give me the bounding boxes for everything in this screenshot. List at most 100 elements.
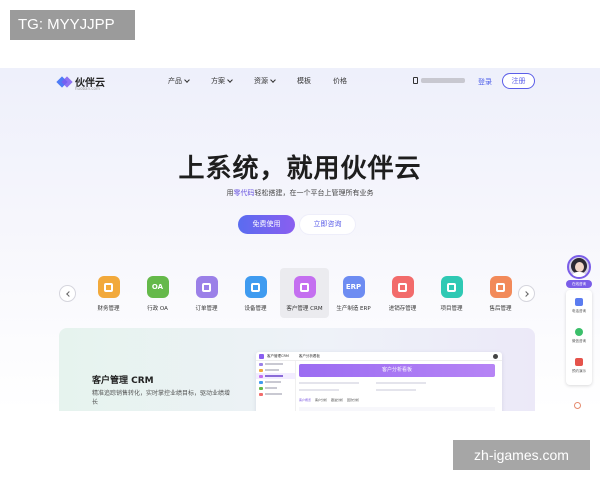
menu-item-solutions[interactable]: 方案 bbox=[211, 76, 233, 86]
tg-overlay-label: TG: MYYJJPP bbox=[10, 10, 135, 40]
finance-icon bbox=[97, 276, 120, 298]
logo-icon bbox=[56, 75, 73, 89]
product-label: 设备管理 bbox=[244, 306, 267, 312]
menu-item-products[interactable]: 产品 bbox=[168, 76, 190, 86]
menu-label: 资源 bbox=[254, 77, 268, 85]
app-tab-left: 客户管理CRM bbox=[267, 353, 289, 358]
product-item[interactable]: 项目管理 bbox=[427, 268, 476, 318]
phone-number-blurred bbox=[421, 78, 465, 83]
sidebar-row bbox=[256, 391, 295, 397]
demo-icon bbox=[575, 358, 583, 366]
phone-icon bbox=[413, 77, 418, 84]
contact-label: 电话咨询 bbox=[572, 309, 586, 313]
product-carousel: 财务管理 OA 行政 OA 订单管理 设备管理 客户管理 CRM ERP 生产制造 ERP 进销… bbox=[84, 268, 525, 318]
menu-item-resources[interactable]: 资源 bbox=[254, 76, 276, 86]
placeholder-line bbox=[376, 389, 416, 391]
menu-label: 产品 bbox=[168, 77, 182, 85]
consult-button[interactable]: 立即咨询 bbox=[300, 215, 355, 234]
inventory-icon bbox=[391, 276, 414, 298]
app-preview-tabs: 客户概览 客户分析 跟进分析 回款分析 bbox=[299, 398, 363, 402]
placeholder-line bbox=[299, 382, 359, 384]
product-item[interactable]: 售后管理 bbox=[476, 268, 525, 318]
scroll-top-icon[interactable] bbox=[574, 402, 581, 409]
product-label: 客户管理 CRM bbox=[286, 306, 323, 312]
product-item[interactable]: ERP 生产制造 ERP bbox=[329, 268, 378, 318]
product-item[interactable]: 财务管理 bbox=[84, 268, 133, 318]
phone-contact[interactable] bbox=[413, 77, 465, 84]
icon-text: ERP bbox=[345, 283, 362, 291]
product-item[interactable]: 设备管理 bbox=[231, 268, 280, 318]
subtitle-highlight: 零代码 bbox=[233, 189, 255, 197]
logo-domain: huoban.com bbox=[75, 86, 100, 91]
subtitle-suffix: 轻松搭建，在一个平台上管理所有业务 bbox=[254, 189, 374, 197]
product-label: 生产制造 ERP bbox=[336, 306, 371, 312]
phone-consult-item[interactable]: 电话咨询 bbox=[566, 298, 592, 314]
wechat-icon bbox=[575, 328, 583, 336]
brand-logo[interactable]: 伙伴云 huoban.com bbox=[56, 74, 105, 91]
app-logo-icon bbox=[259, 353, 264, 359]
tools-icon bbox=[244, 276, 267, 298]
menu-label: 模板 bbox=[297, 77, 311, 85]
product-item[interactable]: 进销存管理 bbox=[378, 268, 427, 318]
contact-label: 预约演示 bbox=[572, 369, 586, 373]
product-label: 项目管理 bbox=[440, 306, 463, 312]
signup-button[interactable]: 注册 bbox=[502, 73, 535, 89]
feature-description: 精准追踪销售转化，实时掌控业绩目标，驱动业绩增长 bbox=[92, 390, 231, 406]
app-preview-sidebar bbox=[256, 361, 296, 411]
product-label: 售后管理 bbox=[489, 306, 512, 312]
menu-item-templates[interactable]: 模板 bbox=[297, 76, 311, 86]
phone-icon bbox=[575, 298, 583, 306]
app-preview-tab: 跟进分析 bbox=[331, 398, 344, 402]
menu-label: 方案 bbox=[211, 77, 225, 85]
product-label: 进销存管理 bbox=[388, 306, 417, 312]
free-trial-button[interactable]: 免费使用 bbox=[238, 215, 295, 234]
icon-text: OA bbox=[151, 283, 164, 291]
product-item[interactable]: OA 行政 OA bbox=[133, 268, 182, 318]
floating-contact-bar: 在线咨询 电话咨询 微信咨询 预约演示 bbox=[564, 252, 594, 387]
placeholder-line bbox=[376, 382, 426, 384]
feature-title: 客户管理 CRM bbox=[92, 376, 154, 386]
app-preview: 客户管理CRM 客户分析看板 客户分析看板 客户概览 客户分析 跟进分析 回款分… bbox=[256, 352, 502, 411]
screenshot-canvas: TG: MYYJJPP 伙伴云 huoban.com 产品 方案 资源 模板 价… bbox=[0, 0, 600, 480]
subtitle-prefix: 用 bbox=[226, 189, 234, 197]
main-menu: 产品 方案 资源 模板 价格 bbox=[168, 76, 369, 86]
chevron-down-icon bbox=[227, 77, 233, 83]
support-agent-avatar[interactable] bbox=[567, 255, 591, 279]
product-item[interactable]: 订单管理 bbox=[182, 268, 231, 318]
product-label: 行政 OA bbox=[147, 306, 168, 312]
hero-title: 上系统，就用伙伴云 bbox=[178, 154, 422, 184]
online-consult-tag[interactable]: 在线咨询 bbox=[566, 280, 592, 288]
app-preview-content bbox=[299, 407, 495, 411]
contact-label: 微信咨询 bbox=[572, 339, 586, 343]
app-preview-header: 客户管理CRM 客户分析看板 bbox=[256, 352, 502, 361]
order-icon bbox=[195, 276, 218, 298]
app-preview-tab: 客户概览 bbox=[299, 398, 312, 402]
chevron-left-icon bbox=[66, 291, 72, 297]
feature-card: 客户管理 CRM 精准追踪销售转化，实时掌控业绩目标，驱动业绩增长 客户管理CR… bbox=[59, 328, 535, 411]
website-viewport: 伙伴云 huoban.com 产品 方案 资源 模板 价格 登录 注册 上系统，… bbox=[0, 68, 600, 411]
product-label: 财务管理 bbox=[97, 306, 120, 312]
carousel-prev-button[interactable] bbox=[59, 285, 76, 302]
site-watermark: zh-igames.com bbox=[453, 440, 590, 470]
product-item[interactable]: 客户管理 CRM bbox=[280, 268, 329, 318]
chevron-down-icon bbox=[184, 77, 190, 83]
chevron-down-icon bbox=[270, 77, 276, 83]
erp-icon: ERP bbox=[342, 276, 365, 298]
menu-label: 价格 bbox=[333, 77, 347, 85]
crm-icon bbox=[293, 276, 316, 298]
oa-icon: OA bbox=[146, 276, 169, 298]
top-navbar: 伙伴云 huoban.com 产品 方案 资源 模板 价格 登录 注册 bbox=[0, 68, 600, 96]
menu-item-pricing[interactable]: 价格 bbox=[333, 76, 347, 86]
wechat-consult-item[interactable]: 微信咨询 bbox=[566, 328, 592, 344]
login-link[interactable]: 登录 bbox=[478, 77, 492, 87]
demo-booking-item[interactable]: 预约演示 bbox=[566, 358, 592, 374]
app-preview-banner: 客户分析看板 bbox=[299, 364, 495, 377]
app-tab-right: 客户分析看板 bbox=[298, 353, 320, 358]
placeholder-line bbox=[299, 389, 339, 391]
avatar bbox=[493, 354, 498, 359]
contact-panel: 电话咨询 微信咨询 预约演示 bbox=[566, 290, 592, 385]
aftersales-icon bbox=[489, 276, 512, 298]
hero-subtitle: 用零代码轻松搭建，在一个平台上管理所有业务 bbox=[0, 188, 600, 198]
product-label: 订单管理 bbox=[195, 306, 218, 312]
app-preview-tab: 回款分析 bbox=[347, 398, 360, 402]
